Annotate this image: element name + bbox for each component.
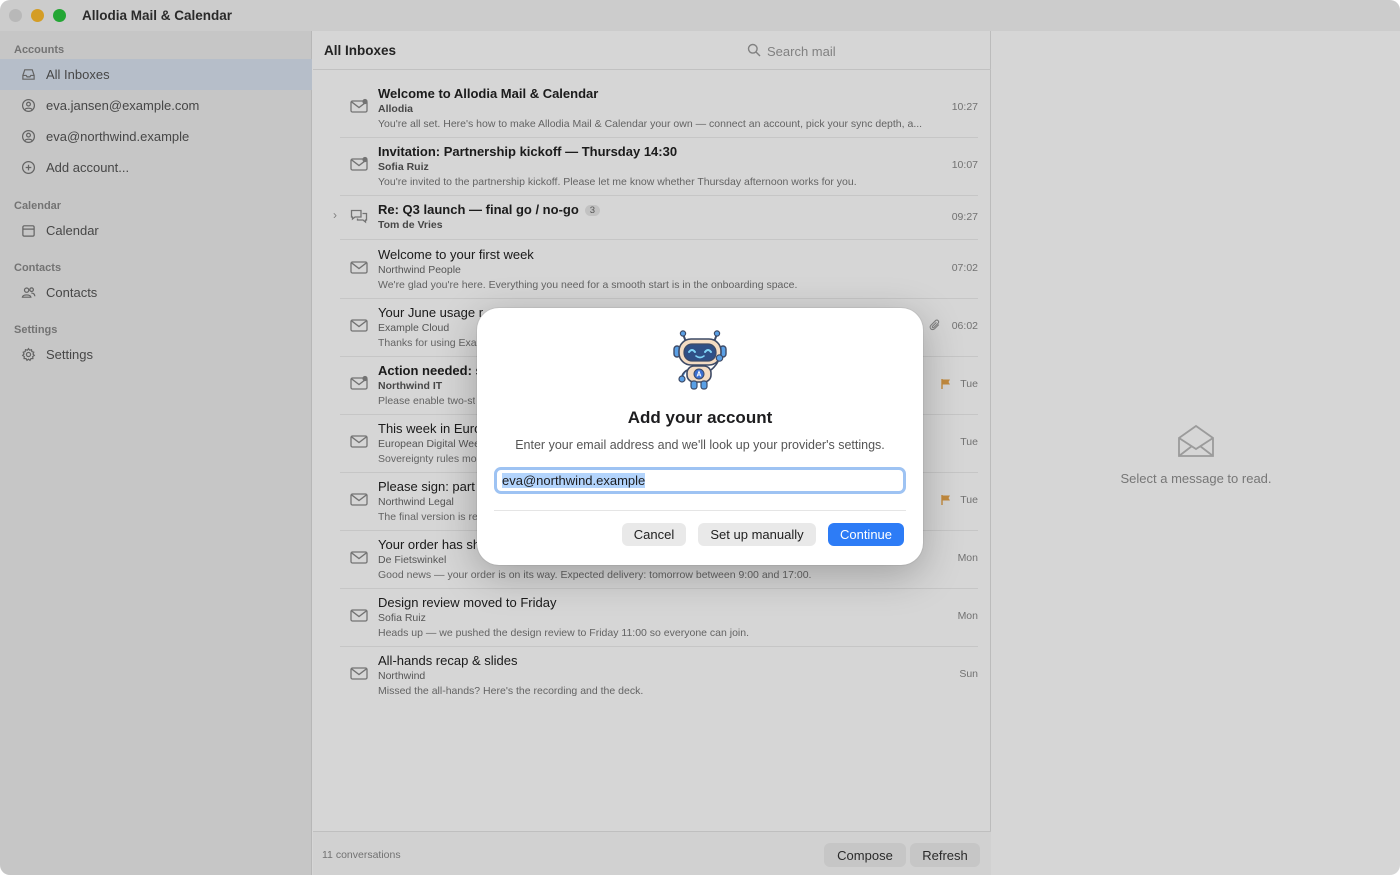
dialog-title: Add your account	[627, 408, 773, 427]
add-account-dialog: Add your account Enter your email addres…	[477, 308, 923, 565]
continue-button[interactable]: Continue	[828, 523, 904, 546]
robot-mascot-icon	[672, 330, 728, 392]
email-field[interactable]	[494, 467, 906, 494]
dialog-subtitle: Enter your email address and we'll look …	[515, 438, 885, 452]
set-up-manually-button[interactable]: Set up manually	[698, 523, 816, 546]
app-window: Allodia Mail & Calendar Accounts All Inb…	[0, 0, 1400, 875]
dialog-divider	[494, 510, 906, 511]
cancel-button[interactable]: Cancel	[622, 523, 686, 546]
